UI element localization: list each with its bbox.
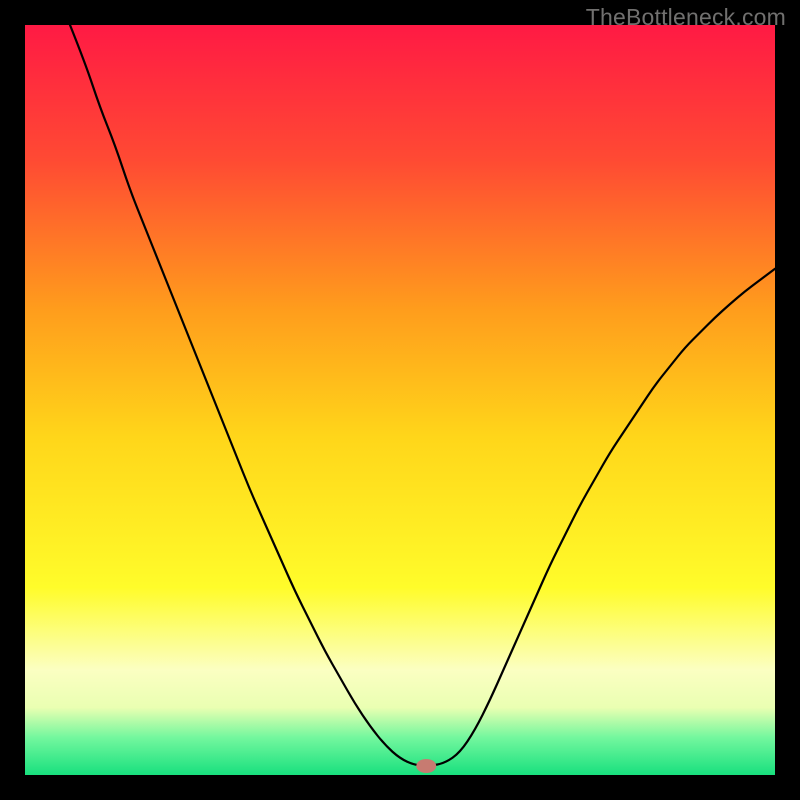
chart-frame: TheBottleneck.com	[0, 0, 800, 800]
chart-background	[25, 25, 775, 775]
min-marker	[416, 759, 436, 773]
bottleneck-chart	[25, 25, 775, 775]
watermark-text: TheBottleneck.com	[586, 4, 786, 31]
